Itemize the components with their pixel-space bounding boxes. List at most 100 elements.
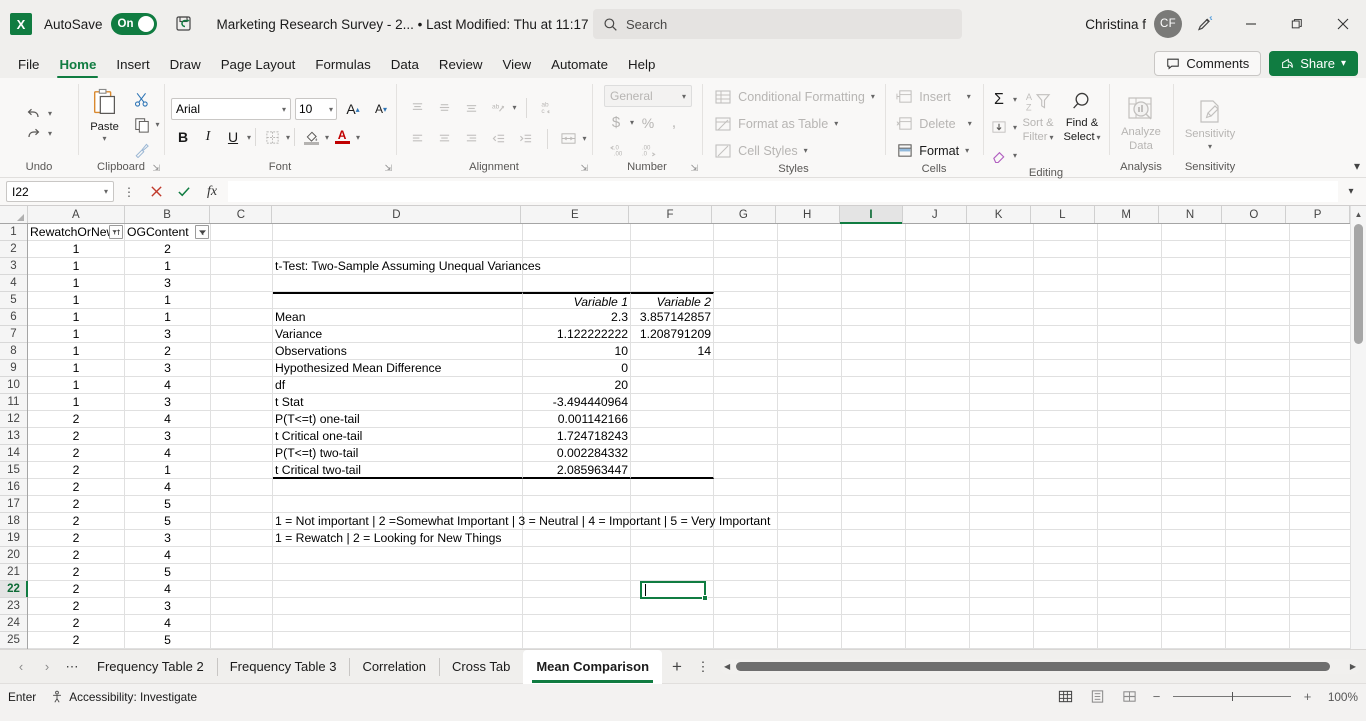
cell-G6[interactable] [714, 309, 778, 326]
cell-M12[interactable] [1098, 411, 1162, 428]
cell-N23[interactable] [1162, 598, 1226, 615]
filter-icon-col-b[interactable] [195, 225, 209, 239]
cell-C10[interactable] [211, 377, 273, 394]
cell-P16[interactable] [1290, 479, 1354, 496]
cell-H19[interactable] [778, 530, 842, 547]
cell-O13[interactable] [1226, 428, 1290, 445]
increase-indent-button[interactable] [514, 127, 538, 150]
align-middle-button[interactable] [433, 96, 457, 119]
fill-handle[interactable] [702, 595, 708, 601]
cell-M2[interactable] [1098, 241, 1162, 258]
cell-J19[interactable] [906, 530, 970, 547]
cell-L15[interactable] [1034, 462, 1098, 479]
zoom-level-label[interactable]: 100% [1324, 690, 1358, 704]
cell-J22[interactable] [906, 581, 970, 598]
cell-C2[interactable] [211, 241, 273, 258]
close-button[interactable] [1320, 0, 1366, 48]
row-header-25[interactable]: 25 [0, 632, 27, 649]
italic-button[interactable]: I [196, 126, 220, 149]
cell-L18[interactable] [1034, 513, 1098, 530]
cell-A6[interactable]: 1 [28, 309, 125, 326]
cell-H24[interactable] [778, 615, 842, 632]
clipboard-dialog-launcher-icon[interactable]: ⇲ [152, 163, 160, 174]
cell-L19[interactable] [1034, 530, 1098, 547]
cell-P5[interactable] [1290, 292, 1354, 309]
cell-N2[interactable] [1162, 241, 1226, 258]
cell-J3[interactable] [906, 258, 970, 275]
cell-O14[interactable] [1226, 445, 1290, 462]
cell-styles-button[interactable]: Cell Styles ▾ [710, 138, 812, 163]
cell-A11[interactable]: 1 [28, 394, 125, 411]
cell-L3[interactable] [1034, 258, 1098, 275]
cell-G8[interactable] [714, 343, 778, 360]
cell-M18[interactable] [1098, 513, 1162, 530]
cell-L4[interactable] [1034, 275, 1098, 292]
cell-K22[interactable] [970, 581, 1034, 598]
cell-M9[interactable] [1098, 360, 1162, 377]
sheet-tab-frequency-table-2[interactable]: Frequency Table 2 [84, 650, 217, 684]
cell-G17[interactable] [714, 496, 778, 513]
cell-P23[interactable] [1290, 598, 1354, 615]
cell-E12[interactable]: 0.001142166 [523, 411, 631, 428]
format-painter-button[interactable] [130, 138, 154, 161]
cell-D24[interactable] [273, 615, 523, 632]
ribbon-tab-draw[interactable]: Draw [160, 54, 211, 78]
number-format-select[interactable]: General ▾ [604, 85, 692, 107]
cell-J23[interactable] [906, 598, 970, 615]
font-dialog-launcher-icon[interactable]: ⇲ [384, 163, 392, 174]
cell-N6[interactable] [1162, 309, 1226, 326]
cell-J12[interactable] [906, 411, 970, 428]
comma-format-button[interactable]: , [662, 111, 686, 134]
cell-D8[interactable]: Observations [273, 343, 523, 360]
cell-E5[interactable]: Variable 1 [523, 292, 631, 309]
cell-G15[interactable] [714, 462, 778, 479]
cell-H25[interactable] [778, 632, 842, 649]
cell-N3[interactable] [1162, 258, 1226, 275]
cell-O2[interactable] [1226, 241, 1290, 258]
name-box-more-icon[interactable]: ⋮ [118, 185, 140, 199]
cell-P17[interactable] [1290, 496, 1354, 513]
cell-E11[interactable]: -3.494440964 [523, 394, 631, 411]
share-button[interactable]: Share ▾ [1269, 51, 1358, 76]
horizontal-scroll-thumb[interactable] [736, 662, 1330, 671]
next-sheet-icon[interactable]: › [34, 654, 60, 680]
decrease-indent-button[interactable] [487, 127, 511, 150]
row-header-6[interactable]: 6 [0, 309, 27, 326]
cell-K8[interactable] [970, 343, 1034, 360]
cell-D15[interactable]: t Critical two-tail [273, 462, 523, 479]
cell-N15[interactable] [1162, 462, 1226, 479]
cell-N14[interactable] [1162, 445, 1226, 462]
align-bottom-button[interactable] [460, 96, 484, 119]
align-center-button[interactable] [433, 127, 457, 150]
cell-C8[interactable] [211, 343, 273, 360]
scroll-right-icon[interactable]: ▶ [1346, 662, 1360, 671]
cell-P3[interactable] [1290, 258, 1354, 275]
cell-A7[interactable]: 1 [28, 326, 125, 343]
cell-A19[interactable]: 2 [28, 530, 125, 547]
ribbon-tab-page-layout[interactable]: Page Layout [211, 54, 306, 78]
scroll-left-icon[interactable]: ◀ [720, 662, 734, 671]
cell-K19[interactable] [970, 530, 1034, 547]
cell-C21[interactable] [211, 564, 273, 581]
number-dialog-launcher-icon[interactable]: ⇲ [690, 163, 698, 174]
cell-B2[interactable]: 2 [125, 241, 211, 258]
row-header-24[interactable]: 24 [0, 615, 27, 632]
cell-O11[interactable] [1226, 394, 1290, 411]
fill-color-chevron-down-icon[interactable]: ▾ [325, 133, 329, 142]
cell-B19[interactable]: 3 [125, 530, 211, 547]
cell-C11[interactable] [211, 394, 273, 411]
ribbon-display-options-icon[interactable] [1182, 0, 1228, 48]
cell-B22[interactable]: 4 [125, 581, 211, 598]
cell-K23[interactable] [970, 598, 1034, 615]
cell-H18[interactable] [778, 513, 842, 530]
cell-P20[interactable] [1290, 547, 1354, 564]
cell-C14[interactable] [211, 445, 273, 462]
cell-B9[interactable]: 3 [125, 360, 211, 377]
scroll-up-icon[interactable]: ▲ [1351, 206, 1366, 222]
sheet-options-icon[interactable]: ⋮ [692, 659, 714, 675]
cell-A4[interactable]: 1 [28, 275, 125, 292]
cell-C24[interactable] [211, 615, 273, 632]
cell-M24[interactable] [1098, 615, 1162, 632]
cell-P10[interactable] [1290, 377, 1354, 394]
cell-H17[interactable] [778, 496, 842, 513]
